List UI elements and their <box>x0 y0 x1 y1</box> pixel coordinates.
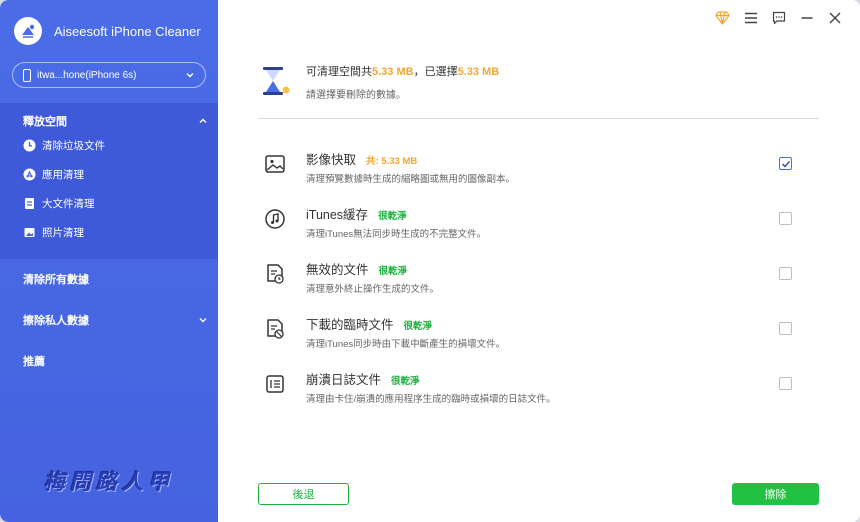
list-item-crash-logs: 崩潰日誌文件 很乾淨 清理由卡住/崩潰的應用程序生成的臨時或損壞的日誌文件。 <box>258 369 798 419</box>
item-desc: 清理預覽數據時生成的縮略圖或無用的圖像副本。 <box>306 174 516 185</box>
item-tag: 很乾淨 <box>403 321 433 332</box>
summary-hint: 請選擇要刪除的數據。 <box>306 90 406 101</box>
summary-prefix: 可清理空間共 <box>306 66 372 78</box>
nav-group-free-space: 釋放空間 清除垃圾文件 應用清理 大文件清理 照片清理 <box>0 103 218 259</box>
image-icon <box>265 155 285 173</box>
nav-large-files[interactable]: 大文件清理 <box>23 196 95 211</box>
music-note-icon <box>265 209 285 229</box>
title-bar-controls <box>715 10 842 25</box>
item-title: 影像快取 共: 5.33 MB <box>306 149 417 168</box>
check-icon <box>781 160 790 168</box>
nav-junk-files-label: 清除垃圾文件 <box>42 140 105 152</box>
item-title-text: 影像快取 <box>306 153 357 167</box>
item-tag: 共: 5.33 MB <box>366 156 418 167</box>
summary-mid: ，已選擇 <box>413 66 458 78</box>
app-title: Aiseesoft iPhone Cleaner <box>54 23 201 39</box>
sidebar: Aiseesoft iPhone Cleaner itwa...hone(iPh… <box>0 0 218 522</box>
item-tag: 很乾淨 <box>378 266 408 277</box>
item-checkbox[interactable] <box>779 377 792 390</box>
nav-photo-cleanup-label: 照片清理 <box>42 227 84 239</box>
item-title: 下載的臨時文件 很乾淨 <box>306 314 432 333</box>
item-desc: 清理iTunes無法同步時生成的不完整文件。 <box>306 229 487 240</box>
nav-free-space-label: 釋放空間 <box>23 116 67 128</box>
app-store-icon <box>23 168 36 181</box>
list-item-invalid-files: 無效的文件 很乾淨 清理意外終止操作生成的文件。 <box>258 259 798 309</box>
chevron-down-icon <box>186 73 194 78</box>
nav-free-space[interactable]: 釋放空間 <box>23 113 208 129</box>
app-window: Aiseesoft iPhone Cleaner itwa...hone(iPh… <box>0 0 860 522</box>
item-title: 崩潰日誌文件 很乾淨 <box>306 369 420 388</box>
item-desc: 清理由卡住/崩潰的應用程序生成的臨時或損壞的日誌文件。 <box>306 394 556 405</box>
list-item-temp-downloads: 下載的臨時文件 很乾淨 清理iTunes同步時由下載中斷產生的損壞文件。 <box>258 314 798 364</box>
nav-erase-private[interactable]: 擦除私人數據 <box>23 312 208 328</box>
log-list-icon <box>266 375 284 393</box>
erase-button[interactable]: 擦除 <box>732 483 819 505</box>
nav-junk-files[interactable]: 清除垃圾文件 <box>23 138 105 153</box>
watermark: 梅問路人甲 <box>44 469 174 494</box>
item-desc: 清理意外終止操作生成的文件。 <box>306 284 440 295</box>
summary-total: 5.33 MB <box>372 66 414 78</box>
nav-erase-private-label: 擦除私人數據 <box>23 315 89 327</box>
item-title: 無效的文件 很乾淨 <box>306 259 407 278</box>
item-title-text: iTunes緩存 <box>306 208 369 222</box>
back-button[interactable]: 後退 <box>258 483 349 505</box>
nav-app-cleanup[interactable]: 應用清理 <box>23 167 84 182</box>
nav-recommend-label: 推薦 <box>23 356 45 368</box>
summary-text: 可清理空間共5.33 MB，已選擇5.33 MB <box>306 63 499 79</box>
chevron-down-icon <box>199 318 207 323</box>
file-blocked-icon <box>267 319 284 339</box>
nav-erase-all-label: 清除所有數據 <box>23 274 89 286</box>
item-checkbox[interactable] <box>779 322 792 335</box>
item-checkbox[interactable] <box>779 212 792 225</box>
nav-large-files-label: 大文件清理 <box>42 198 95 210</box>
item-checkbox[interactable] <box>779 267 792 280</box>
item-title-text: 崩潰日誌文件 <box>306 373 382 387</box>
file-icon <box>23 197 36 210</box>
device-selector[interactable]: itwa...hone(iPhone 6s) <box>12 62 206 88</box>
divider <box>258 118 819 119</box>
item-tag: 很乾淨 <box>378 211 407 222</box>
device-name: itwa...hone(iPhone 6s) <box>37 69 137 81</box>
minimize-icon[interactable] <box>799 10 814 25</box>
menu-icon[interactable] <box>743 10 758 25</box>
list-item-image-cache: 影像快取 共: 5.33 MB 清理預覽數據時生成的縮略圖或無用的圖像副本。 <box>258 149 798 199</box>
file-clock-icon <box>267 264 284 284</box>
diamond-icon[interactable] <box>715 10 730 25</box>
feedback-icon[interactable] <box>771 10 786 25</box>
item-title-text: 無效的文件 <box>306 263 369 277</box>
item-title-text: 下載的臨時文件 <box>306 318 394 332</box>
close-icon[interactable] <box>827 10 842 25</box>
hourglass-icon <box>263 67 290 95</box>
brand: Aiseesoft iPhone Cleaner <box>14 17 201 45</box>
image-icon <box>23 226 36 239</box>
nav-erase-all[interactable]: 清除所有數據 <box>23 271 208 287</box>
phone-icon <box>23 68 31 82</box>
chevron-up-icon <box>199 118 207 123</box>
item-tag: 很乾淨 <box>391 376 420 387</box>
clock-icon <box>23 139 36 152</box>
nav-photo-cleanup[interactable]: 照片清理 <box>23 225 84 240</box>
item-checkbox[interactable] <box>779 157 792 170</box>
item-title: iTunes緩存 很乾淨 <box>306 204 407 223</box>
list-item-itunes-cache: iTunes緩存 很乾淨 清理iTunes無法同步時生成的不完整文件。 <box>258 204 798 254</box>
nav-recommend[interactable]: 推薦 <box>23 353 208 369</box>
nav-app-cleanup-label: 應用清理 <box>42 169 84 181</box>
summary-selected: 5.33 MB <box>457 66 500 78</box>
app-logo-icon <box>14 17 42 45</box>
item-desc: 清理iTunes同步時由下載中斷產生的損壞文件。 <box>306 339 506 350</box>
